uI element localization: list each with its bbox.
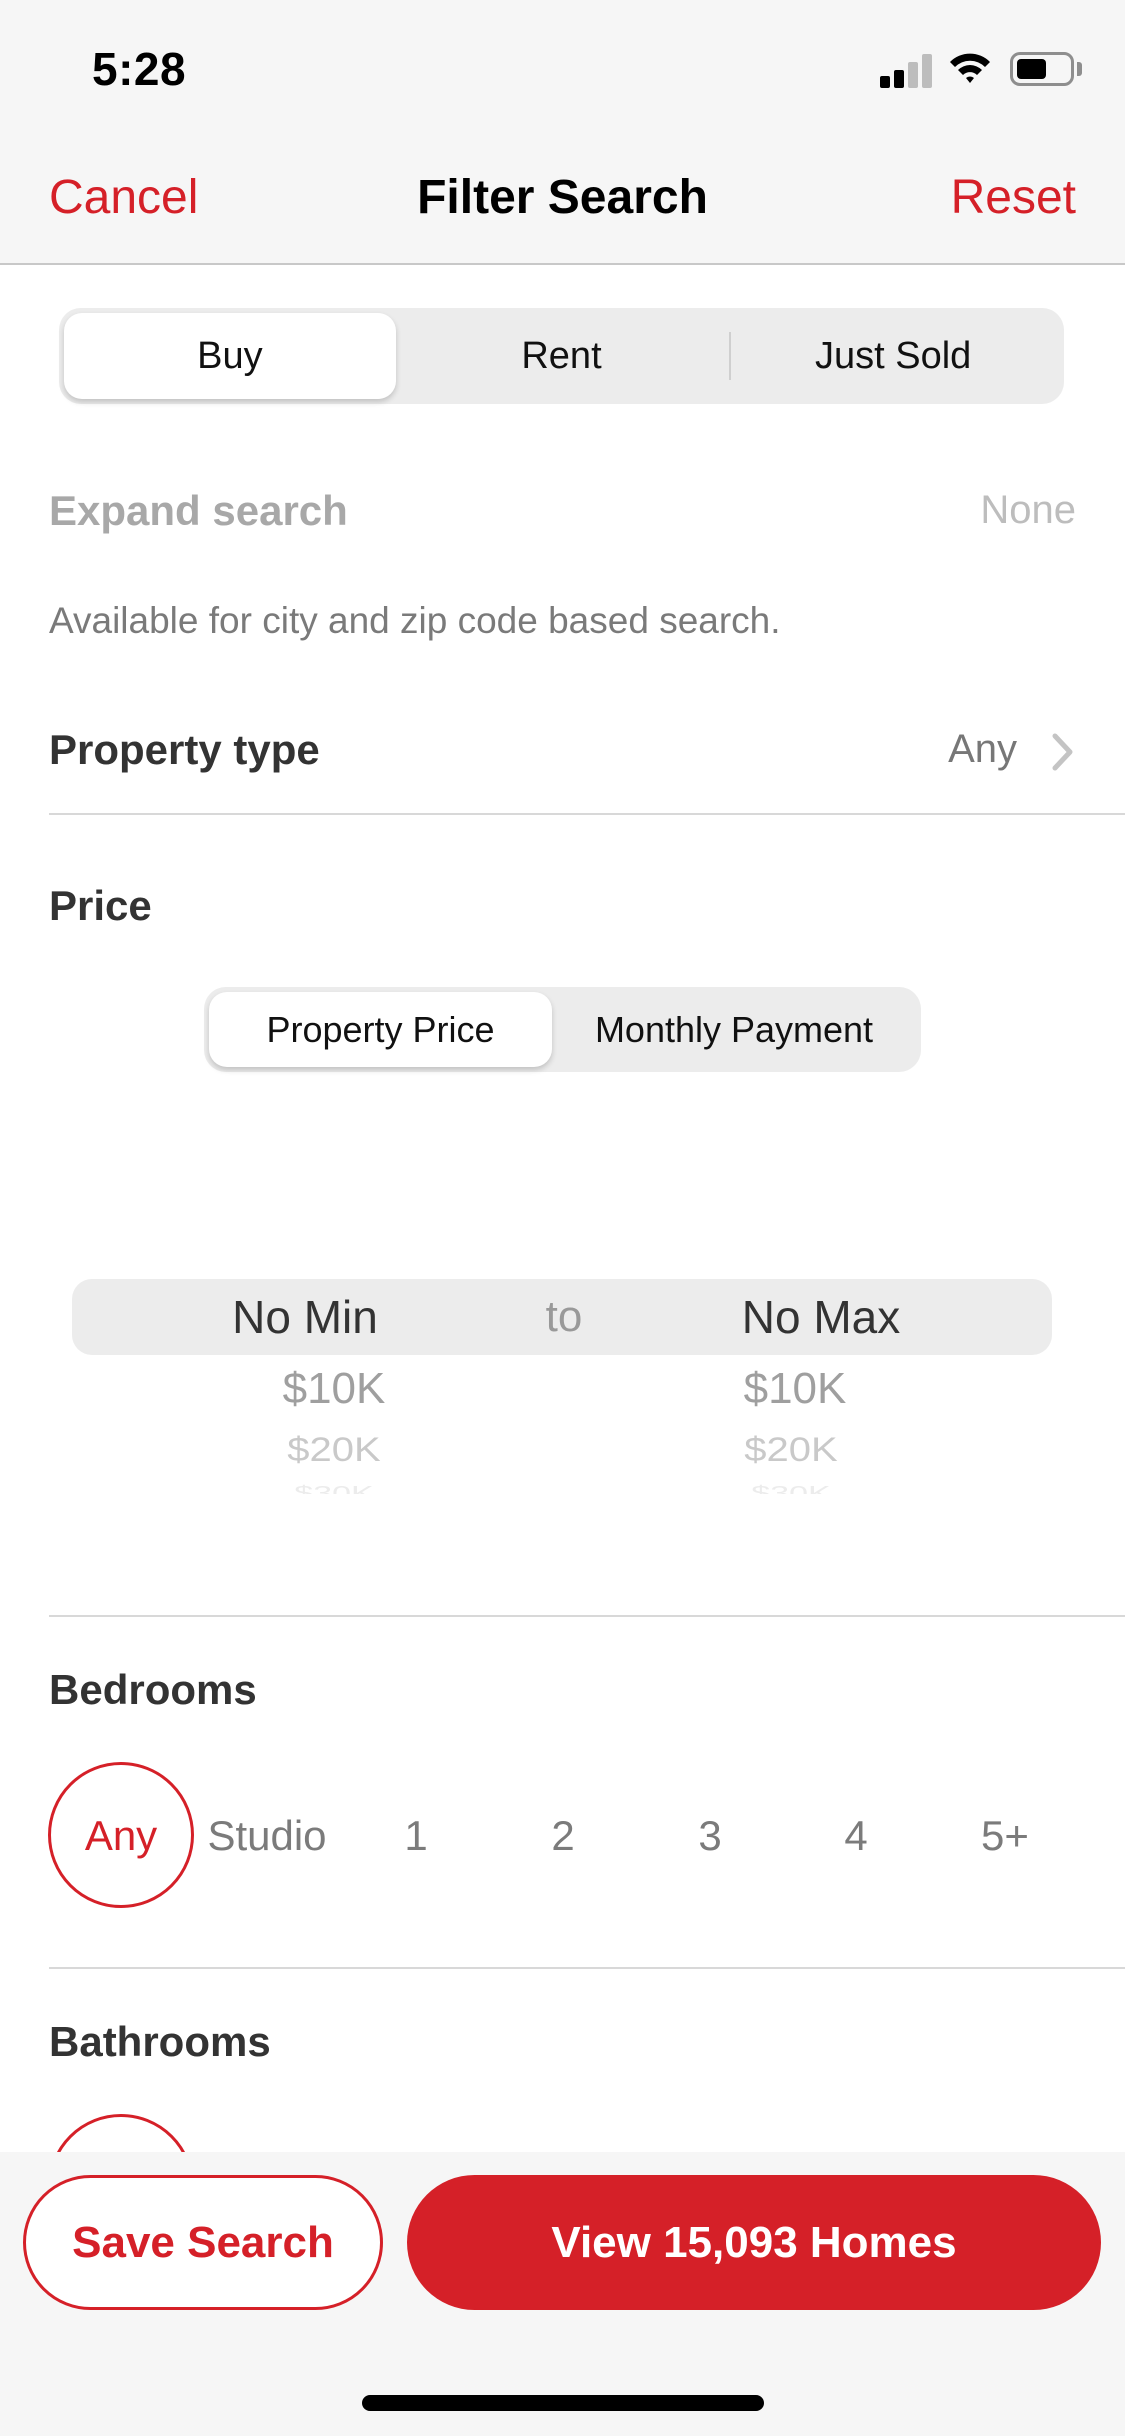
top-bar xyxy=(0,0,1125,265)
cellular-signal-icon xyxy=(880,52,936,88)
battery-cap xyxy=(1077,62,1082,76)
wifi-icon xyxy=(950,53,990,83)
bedrooms-option-2[interactable]: 2 xyxy=(493,1806,633,1866)
price-label: Price xyxy=(49,882,152,929)
cancel-button[interactable]: Cancel xyxy=(49,170,198,225)
bedrooms-option-any[interactable]: Any xyxy=(51,1806,191,1866)
max-price-option[interactable]: $30K xyxy=(641,1482,941,1494)
view-homes-button[interactable]: View 15,093 Homes xyxy=(407,2175,1101,2310)
min-price-picker[interactable]: No Min xyxy=(155,1290,455,1344)
bedrooms-option-studio[interactable]: Studio xyxy=(197,1806,337,1866)
segment-just-sold[interactable]: Just Sold xyxy=(727,313,1059,399)
bedrooms-label: Bedrooms xyxy=(49,1666,257,1713)
min-price-option[interactable]: $20K xyxy=(184,1431,484,1469)
segment-rent[interactable]: Rent xyxy=(396,313,728,399)
divider xyxy=(49,813,1125,815)
expand-search-value[interactable]: None xyxy=(980,488,1076,533)
segment-property-price[interactable]: Property Price xyxy=(209,992,552,1067)
segment-monthly-payment[interactable]: Monthly Payment xyxy=(552,992,916,1067)
segment-buy[interactable]: Buy xyxy=(64,313,396,399)
home-indicator[interactable] xyxy=(362,2395,764,2411)
min-price-option[interactable]: $30K xyxy=(184,1482,484,1494)
reset-button[interactable]: Reset xyxy=(951,170,1076,225)
divider xyxy=(49,1967,1125,1969)
save-search-button[interactable]: Save Search xyxy=(23,2175,383,2310)
min-price-option[interactable]: $10K xyxy=(184,1364,484,1414)
divider xyxy=(49,1615,1125,1617)
max-price-option[interactable]: $10K xyxy=(645,1364,945,1414)
bedrooms-option-3[interactable]: 3 xyxy=(640,1806,780,1866)
bedrooms-option-5-plus[interactable]: 5+ xyxy=(935,1806,1075,1866)
bathrooms-label: Bathrooms xyxy=(49,2018,271,2065)
status-time: 5:28 xyxy=(92,43,187,95)
expand-search-label: Expand search xyxy=(49,487,348,534)
max-price-option[interactable]: $20K xyxy=(641,1431,941,1469)
expand-search-helper: Available for city and zip code based se… xyxy=(49,600,781,641)
chevron-right-icon xyxy=(1052,733,1073,771)
price-separator: to xyxy=(545,1292,583,1341)
bedrooms-option-4[interactable]: 4 xyxy=(786,1806,926,1866)
battery-icon xyxy=(1010,52,1074,86)
battery-level xyxy=(1017,59,1046,79)
property-type-label: Property type xyxy=(49,726,320,773)
max-price-picker[interactable]: No Max xyxy=(671,1290,971,1344)
segment-divider xyxy=(729,332,731,380)
listing-type-segmented-control: Buy Rent Just Sold xyxy=(59,308,1064,404)
bedrooms-option-1[interactable]: 1 xyxy=(346,1806,486,1866)
property-type-value: Any xyxy=(948,727,1017,771)
price-mode-segmented-control: Property Price Monthly Payment xyxy=(204,987,921,1072)
